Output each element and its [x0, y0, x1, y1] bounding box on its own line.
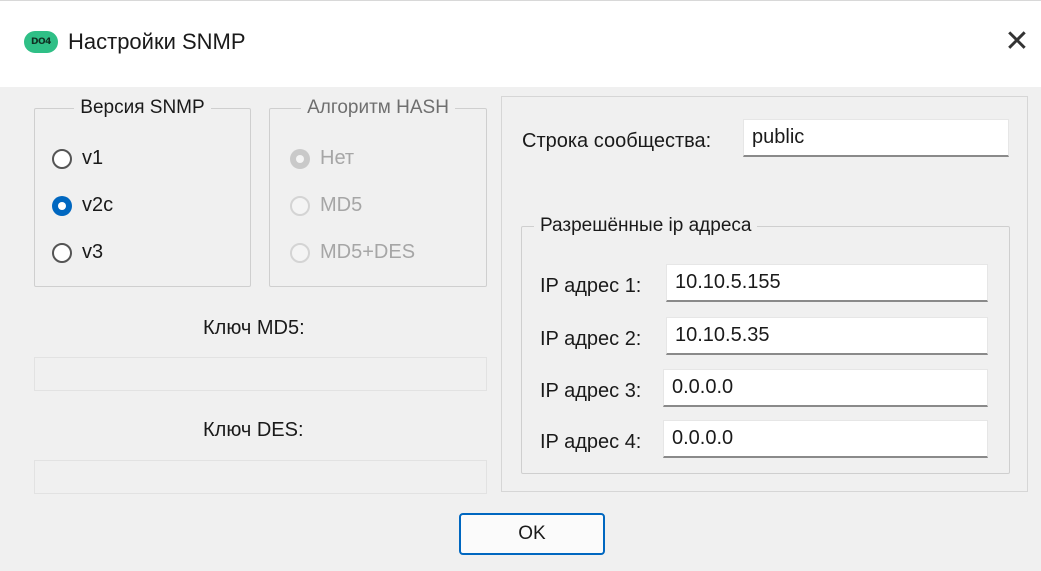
radio-hash-md5[interactable]: MD5 — [290, 194, 362, 217]
ip3-label: IP адрес 3: — [540, 380, 642, 402]
community-label: Строка сообщества: — [522, 130, 712, 152]
ip3-field[interactable] — [663, 369, 988, 407]
radio-icon — [290, 242, 310, 263]
radio-hash-md5-des[interactable]: MD5+DES — [290, 241, 415, 264]
radio-icon — [52, 195, 72, 216]
window-title: Настройки SNMP — [68, 29, 246, 54]
des-key-field[interactable] — [34, 460, 487, 494]
radio-label-hash-md5: MD5 — [320, 194, 363, 216]
radio-label-hash-none: Нет — [320, 147, 355, 169]
radio-icon — [52, 148, 72, 169]
title-bar: DO4 Настройки SNMP ✕ — [0, 1, 1041, 87]
radio-v2c[interactable]: v2c — [52, 194, 113, 217]
radio-hash-none[interactable]: Нет — [290, 147, 354, 170]
ip1-field[interactable] — [666, 264, 988, 302]
radio-label-hash-md5-des: MD5+DES — [320, 241, 416, 263]
snmp-settings-dialog: DO4 Настройки SNMP ✕ Версия SNMP v1 v2c … — [0, 0, 1041, 571]
app-logo-icon: DO4 — [24, 31, 58, 53]
radio-icon — [290, 148, 310, 169]
radio-icon — [290, 195, 310, 216]
ip2-field[interactable] — [666, 317, 988, 355]
hash-algorithm-legend: Алгоритм HASH — [307, 97, 449, 118]
des-key-label: Ключ DES: — [203, 419, 304, 441]
ip1-label: IP адрес 1: — [540, 275, 642, 297]
ok-button[interactable]: OK — [459, 513, 605, 555]
radio-v1[interactable]: v1 — [52, 147, 103, 170]
md5-key-field[interactable] — [34, 357, 487, 391]
radio-label-v3: v3 — [82, 241, 104, 263]
ip2-label: IP адрес 2: — [540, 328, 642, 350]
ip4-label: IP адрес 4: — [540, 431, 642, 453]
radio-label-v1: v1 — [82, 147, 104, 169]
md5-key-label: Ключ MD5: — [203, 317, 305, 339]
radio-label-v2c: v2c — [82, 194, 114, 216]
allowed-ips-legend: Разрешённые ip адреса — [540, 215, 752, 236]
community-field[interactable] — [743, 119, 1009, 157]
radio-icon — [52, 242, 72, 263]
radio-v3[interactable]: v3 — [52, 241, 103, 264]
ip4-field[interactable] — [663, 420, 988, 458]
snmp-version-legend: Версия SNMP — [80, 97, 205, 118]
close-icon[interactable]: ✕ — [999, 23, 1035, 59]
